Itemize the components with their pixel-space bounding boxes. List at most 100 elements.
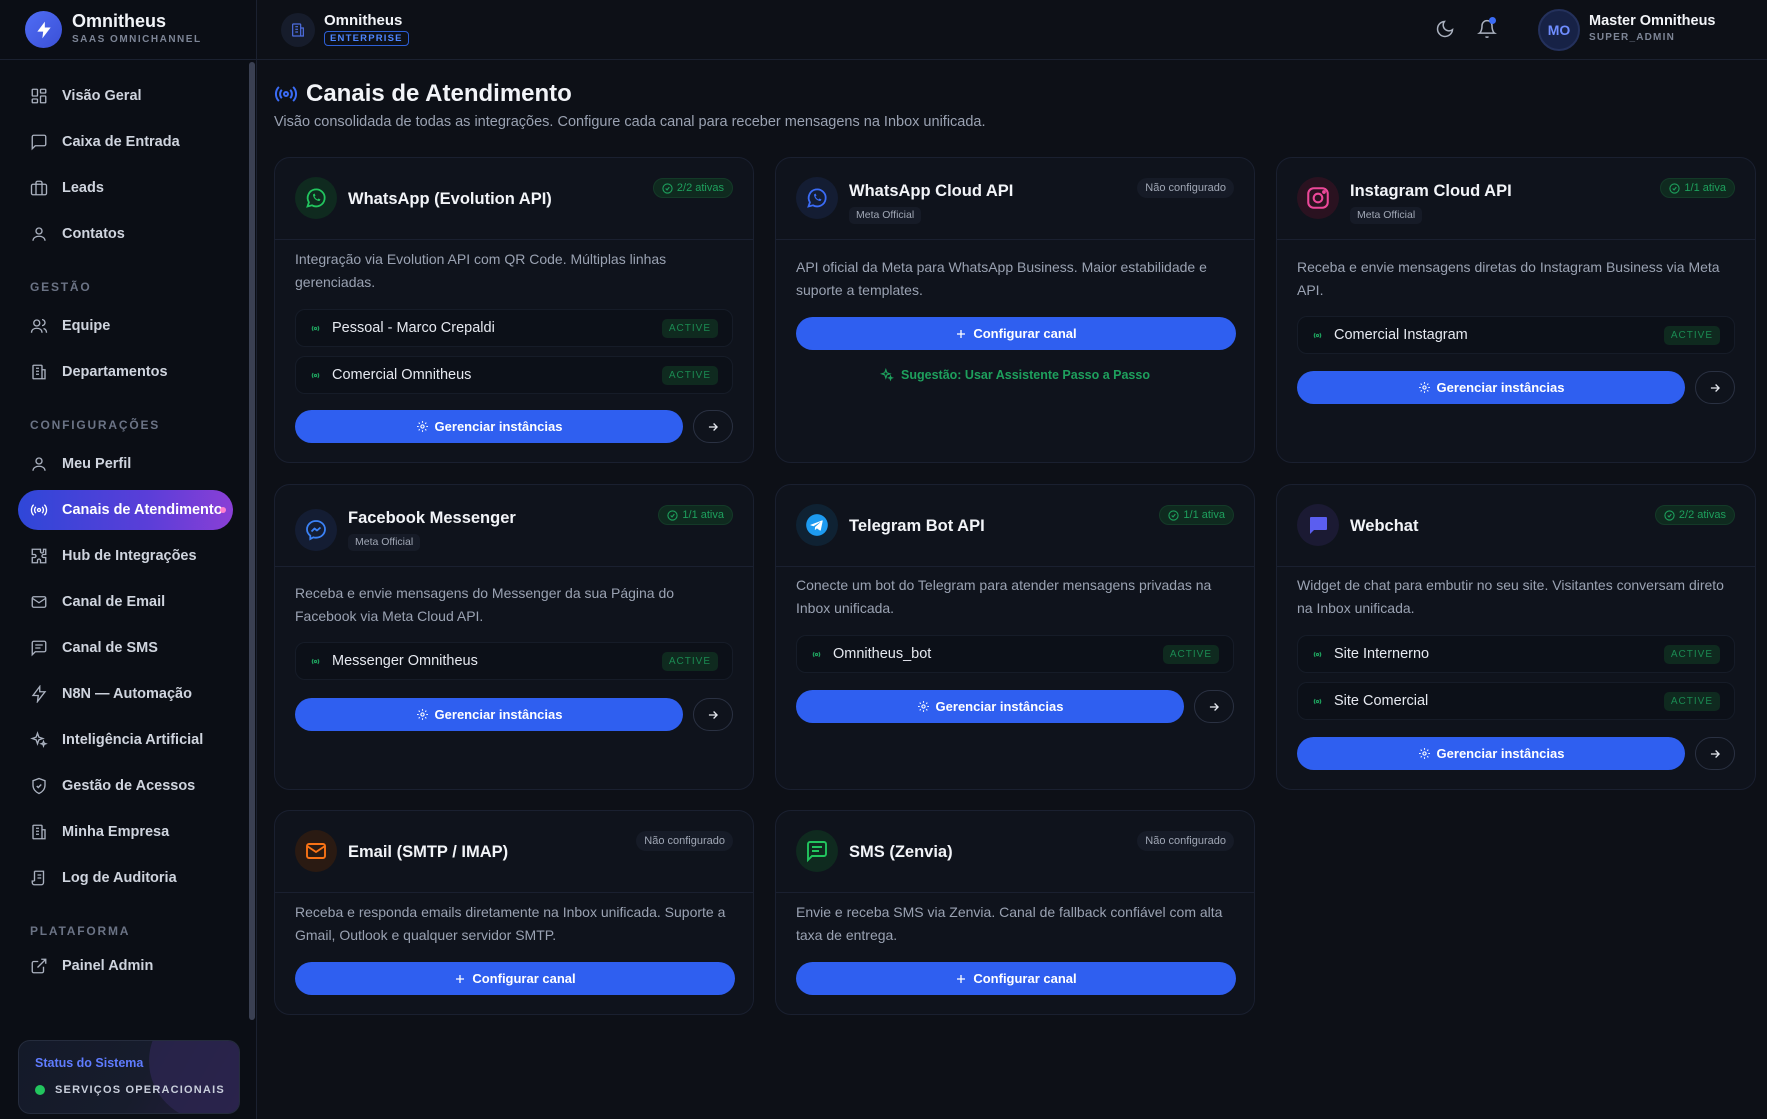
manage-instances-button[interactable]: Gerenciar instâncias xyxy=(1297,371,1685,404)
sidebar-item-canal-de-sms[interactable]: Canal de SMS xyxy=(18,628,233,668)
manage-instances-button[interactable]: Gerenciar instâncias xyxy=(295,698,683,731)
configure-channel-button[interactable]: Configurar canal xyxy=(796,962,1236,995)
message-square-icon xyxy=(29,132,49,152)
user-name[interactable]: Master Omnitheus xyxy=(1589,13,1716,29)
manage-instances-button[interactable]: Gerenciar instâncias xyxy=(796,690,1184,723)
sidebar-scrollbar[interactable] xyxy=(249,62,255,1020)
channel-description: API oficial da Meta para WhatsApp Busine… xyxy=(796,259,1207,298)
sidebar-item-log-de-auditoria[interactable]: Log de Auditoria xyxy=(18,858,233,898)
signal-icon xyxy=(810,648,823,661)
sidebar-item-caixa-de-entrada[interactable]: Caixa de Entrada xyxy=(18,122,233,162)
sidebar-item-minha-empresa[interactable]: Minha Empresa xyxy=(18,812,233,852)
instance-name: Site Comercial xyxy=(1334,693,1429,709)
check-circle-icon xyxy=(1669,182,1684,194)
sidebar-item-label: Visão Geral xyxy=(62,88,142,104)
sidebar-item-hub-de-integracoes[interactable]: Hub de Integrações xyxy=(18,536,233,576)
card-header: Telegram Bot API 1/1 ativa xyxy=(776,485,1254,567)
grid-icon xyxy=(29,86,49,106)
configure-channel-button[interactable]: Configurar canal xyxy=(796,317,1236,350)
channel-card-webchat: Webchat 2/2 ativas Widget de chat para e… xyxy=(1276,484,1756,790)
section-plataforma: PLATAFORMA xyxy=(30,924,131,938)
telegram-icon xyxy=(796,504,838,546)
meta-official-tag: Meta Official xyxy=(1350,207,1423,224)
signal-icon xyxy=(309,369,322,382)
signal-icon xyxy=(309,655,322,668)
open-channel-button[interactable] xyxy=(1695,737,1735,770)
signal-icon xyxy=(1311,695,1324,708)
active-indicator-dot xyxy=(220,507,226,513)
brand[interactable]: Omnitheus SAAS OMNICHANNEL xyxy=(0,0,257,60)
gear-icon xyxy=(416,708,435,721)
sidebar-item-label: Contatos xyxy=(62,226,125,242)
scroll-icon xyxy=(29,868,49,888)
instance-row[interactable]: Comercial Omnitheus ACTIVE xyxy=(295,356,733,394)
message-text-icon xyxy=(796,830,838,872)
instance-row[interactable]: Comercial Instagram ACTIVE xyxy=(1297,316,1735,354)
instance-status-badge: ACTIVE xyxy=(1663,692,1720,711)
card-header: Facebook Messenger Meta Official 1/1 ati… xyxy=(275,485,753,567)
brand-subtitle: SAAS OMNICHANNEL xyxy=(72,34,202,45)
sparkles-icon xyxy=(29,730,49,750)
building-icon xyxy=(29,822,49,842)
sidebar-item-n8n-automacao[interactable]: N8N — Automação xyxy=(18,674,233,714)
manage-instances-button[interactable]: Gerenciar instâncias xyxy=(295,410,683,443)
sidebar-item-canal-de-email[interactable]: Canal de Email xyxy=(18,582,233,622)
sidebar-item-label: Canal de SMS xyxy=(62,640,158,656)
sidebar-item-leads[interactable]: Leads xyxy=(18,168,233,208)
sidebar-item-visao-geral[interactable]: Visão Geral xyxy=(18,76,233,116)
open-channel-button[interactable] xyxy=(1695,371,1735,404)
instance-row[interactable]: Omnitheus_bot ACTIVE xyxy=(796,635,1234,673)
wizard-suggestion-link[interactable]: Sugestão: Usar Assistente Passo a Passo xyxy=(776,368,1254,382)
sidebar-item-label: Minha Empresa xyxy=(62,824,170,840)
channel-description: Widget de chat para embutir no seu site.… xyxy=(1297,577,1724,616)
channel-status-badge: 2/2 ativas xyxy=(652,178,733,198)
sidebar-item-inteligencia-artificial[interactable]: Inteligência Artificial xyxy=(18,720,233,760)
manage-instances-button[interactable]: Gerenciar instâncias xyxy=(1297,737,1685,770)
sidebar-item-canais-de-atendimento[interactable]: Canais de Atendimento xyxy=(18,490,233,530)
channel-status-text: 1/1 ativa xyxy=(1684,182,1726,194)
sidebar-item-departamentos[interactable]: Departamentos xyxy=(18,352,233,392)
shield-icon xyxy=(29,776,49,796)
channel-status-badge: 2/2 ativas xyxy=(1654,505,1735,525)
signal-icon xyxy=(1311,648,1324,661)
channel-card-sms: SMS (Zenvia) Não configurado Envie e rec… xyxy=(775,810,1255,1015)
instance-row[interactable]: Messenger Omnitheus ACTIVE xyxy=(295,642,733,680)
theme-toggle-button[interactable] xyxy=(1433,17,1457,41)
channel-status-text: 1/1 ativa xyxy=(1183,509,1225,521)
whatsapp-icon xyxy=(295,177,337,219)
open-channel-button[interactable] xyxy=(1194,690,1234,723)
channel-description: Receba e envie mensagens diretas do Inst… xyxy=(1297,259,1720,298)
channel-name: Instagram Cloud API xyxy=(1350,182,1512,200)
channel-status-text: 1/1 ativa xyxy=(682,509,724,521)
section-gestao: GESTÃO xyxy=(30,280,92,294)
organization-building-icon[interactable] xyxy=(281,13,315,47)
sidebar-item-gestao-de-acessos[interactable]: Gestão de Acessos xyxy=(18,766,233,806)
channel-card-email: Email (SMTP / IMAP) Não configurado Rece… xyxy=(274,810,754,1015)
sidebar-item-label: Departamentos xyxy=(62,364,168,380)
sidebar-item-label: Canais de Atendimento xyxy=(62,502,223,518)
configure-channel-button[interactable]: Configurar canal xyxy=(295,962,735,995)
open-channel-button[interactable] xyxy=(693,698,733,731)
notifications-button[interactable] xyxy=(1475,17,1499,41)
channel-status-badge: 1/1 ativa xyxy=(1159,505,1234,525)
radio-icon xyxy=(29,500,49,520)
instance-status-badge: ACTIVE xyxy=(1162,645,1219,664)
sidebar-item-meu-perfil[interactable]: Meu Perfil xyxy=(18,444,233,484)
status-text: SERVIÇOS OPERACIONAIS xyxy=(55,1084,225,1096)
plus-icon xyxy=(955,328,973,340)
chat-bubble-icon xyxy=(1297,504,1339,546)
status-card-glow xyxy=(149,1041,239,1113)
user-avatar[interactable]: MO xyxy=(1538,9,1580,51)
sidebar-item-equipe[interactable]: Equipe xyxy=(18,306,233,346)
user-role: SUPER_ADMIN xyxy=(1589,32,1675,43)
instance-row[interactable]: Site Internerno ACTIVE xyxy=(1297,635,1735,673)
instance-row[interactable]: Pessoal - Marco Crepaldi ACTIVE xyxy=(295,309,733,347)
sidebar-item-contatos[interactable]: Contatos xyxy=(18,214,233,254)
channel-name: Telegram Bot API xyxy=(849,517,985,535)
open-channel-button[interactable] xyxy=(693,410,733,443)
channel-description: Envie e receba SMS via Zenvia. Canal de … xyxy=(796,904,1223,943)
channel-card-telegram: Telegram Bot API 1/1 ativa Conecte um bo… xyxy=(775,484,1255,790)
sidebar-item-painel-admin[interactable]: Painel Admin xyxy=(18,946,233,986)
instance-row[interactable]: Site Comercial ACTIVE xyxy=(1297,682,1735,720)
channel-name: Facebook Messenger xyxy=(348,509,516,527)
